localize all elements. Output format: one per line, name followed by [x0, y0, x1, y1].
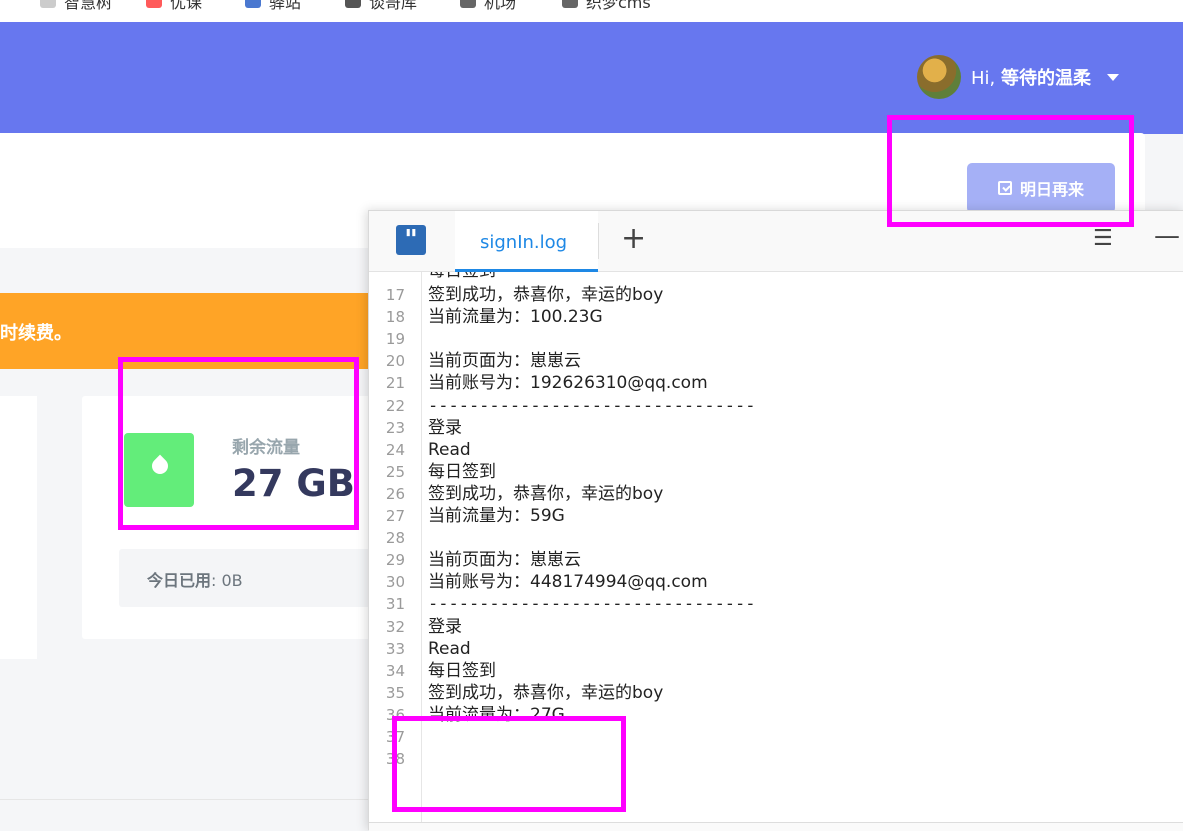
line-number: 30: [385, 573, 405, 592]
highlight-box: [887, 115, 1134, 227]
code-line: 19: [369, 327, 1183, 351]
highlight-box: [392, 716, 626, 812]
plus-icon[interactable]: +: [621, 221, 646, 256]
bookmark-item[interactable]: 智慧树: [40, 0, 112, 13]
bookmark-item[interactable]: 驿站: [245, 0, 301, 13]
code-line: 27 当前流量为：59G: [369, 504, 1183, 528]
line-text: 当前流量为：100.23G: [428, 307, 603, 328]
code-line: 35 签到成功，恭喜你，幸运的boy: [369, 681, 1183, 705]
folder-icon: [562, 0, 578, 8]
editor-statusbar: [369, 822, 1183, 831]
code-line: 23 登录: [369, 416, 1183, 440]
code-line: 17 签到成功，恭喜你，幸运的boy: [369, 283, 1183, 307]
hamburger-menu-icon[interactable]: ☰: [1093, 226, 1113, 251]
bookmark-item[interactable]: 谈哥库: [345, 0, 417, 13]
line-number: 27: [385, 507, 405, 525]
code-line: 30 当前账号为：448174994@qq.com: [369, 570, 1183, 594]
caret-down-icon: [1107, 73, 1119, 81]
line-number: 22: [385, 396, 405, 415]
line-number: 23: [385, 418, 405, 437]
code-line: 22 --------------------------------: [369, 394, 1183, 418]
today-usage: 今日已用: 0B: [119, 549, 379, 607]
line-number: 26: [385, 484, 405, 503]
greeting: Hi, 等待的温柔: [971, 68, 1091, 89]
avatar: [917, 55, 961, 99]
bookmark-icon: [146, 0, 162, 8]
bookmark-item[interactable]: 机场: [460, 0, 516, 13]
code-line: 20 当前页面为：崽崽云: [369, 349, 1183, 373]
bookmark-icon: [40, 0, 56, 8]
bookmark-icon: [345, 0, 361, 8]
bookmark-icon: [245, 0, 261, 8]
code-line: 21 当前账号为：192626310@qq.com: [369, 371, 1183, 395]
line-number: 25: [385, 462, 405, 481]
stat-card-partial: [0, 396, 37, 659]
line-number: 28: [385, 529, 405, 548]
line-text: 签到成功，恭喜你，幸运的boy: [428, 285, 664, 305]
code-line: 33 Read: [369, 637, 1183, 661]
line-text: 当前账号为：448174994@qq.com: [428, 572, 708, 593]
line-text: 签到成功，恭喜你，幸运的boy: [428, 682, 664, 703]
line-number: 33: [385, 639, 405, 658]
line-text: 当前页面为：崽崽云: [428, 550, 581, 571]
line-text: Read: [428, 638, 471, 659]
line-text: 每日签到: [428, 461, 496, 482]
line-number: 24: [385, 440, 405, 459]
tab-signin-log[interactable]: signIn.log: [455, 211, 598, 272]
code-line: 每日签到: [369, 272, 1183, 283]
divider: [0, 799, 370, 800]
line-text: 登录: [428, 616, 462, 637]
line-text: Read: [428, 439, 471, 460]
folder-icon: [460, 0, 476, 8]
highlight-box: [118, 357, 359, 530]
line-text: 当前账号为：192626310@qq.com: [428, 373, 708, 394]
code-line: 18 当前流量为：100.23G: [369, 305, 1183, 329]
code-line: 24 Read: [369, 438, 1183, 462]
line-number: 21: [385, 374, 405, 393]
code-line: 25 每日签到: [369, 460, 1183, 484]
line-text: 登录: [428, 417, 462, 438]
line-number: 32: [385, 617, 405, 636]
minimize-icon[interactable]: —: [1154, 221, 1180, 251]
user-dropdown[interactable]: Hi, 等待的温柔: [917, 55, 1119, 99]
line-text: --------------------------------: [428, 395, 756, 416]
bookmark-item[interactable]: 优课: [146, 0, 202, 13]
line-number: 29: [385, 551, 405, 570]
line-number: 34: [385, 661, 405, 680]
line-number: 35: [385, 683, 405, 702]
line-number: 20: [385, 352, 405, 371]
line-text: 当前页面为：崽崽云: [428, 351, 581, 372]
code-line: 29 当前页面为：崽崽云: [369, 548, 1183, 572]
code-line: 31 --------------------------------: [369, 592, 1183, 616]
bookmark-item[interactable]: 织梦cms: [562, 0, 651, 13]
bookmarks-bar: 智慧树 优课 驿站 谈哥库 机场 织梦cms: [0, 0, 1183, 22]
line-text: 签到成功，恭喜你，幸运的boy: [428, 483, 664, 504]
code-line: 28: [369, 526, 1183, 550]
code-line: 26 签到成功，恭喜你，幸运的boy: [369, 482, 1183, 506]
line-text: 每日签到: [428, 660, 496, 681]
code-line: 32 登录: [369, 615, 1183, 639]
line-text: 当前流量为：59G: [428, 506, 565, 526]
code-line: 34 每日签到: [369, 659, 1183, 683]
editor-app-icon: ": [396, 225, 426, 255]
line-number: 18: [385, 308, 405, 327]
line-number: 31: [385, 595, 405, 614]
line-number: 17: [385, 286, 405, 304]
line-text: --------------------------------: [428, 594, 756, 615]
tab-separator: [598, 223, 599, 259]
line-number: 19: [385, 330, 405, 349]
